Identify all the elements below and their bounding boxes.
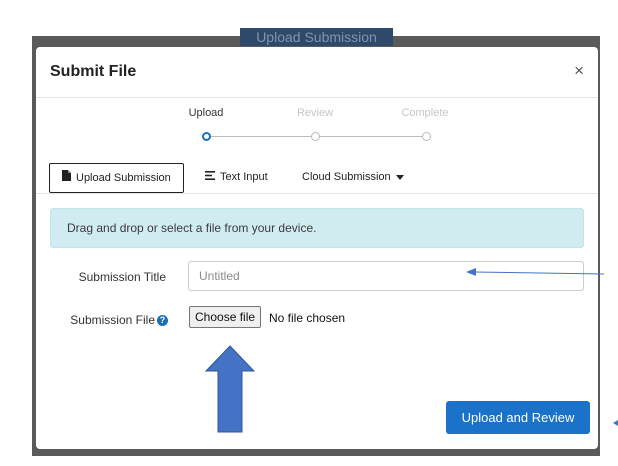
annotation-arrow-left-icon: [466, 268, 605, 276]
annotation-arrow-up-icon: [204, 345, 256, 433]
annotation-overlay: [204, 268, 618, 433]
annotation-arrow-small-left-icon: [613, 420, 618, 426]
